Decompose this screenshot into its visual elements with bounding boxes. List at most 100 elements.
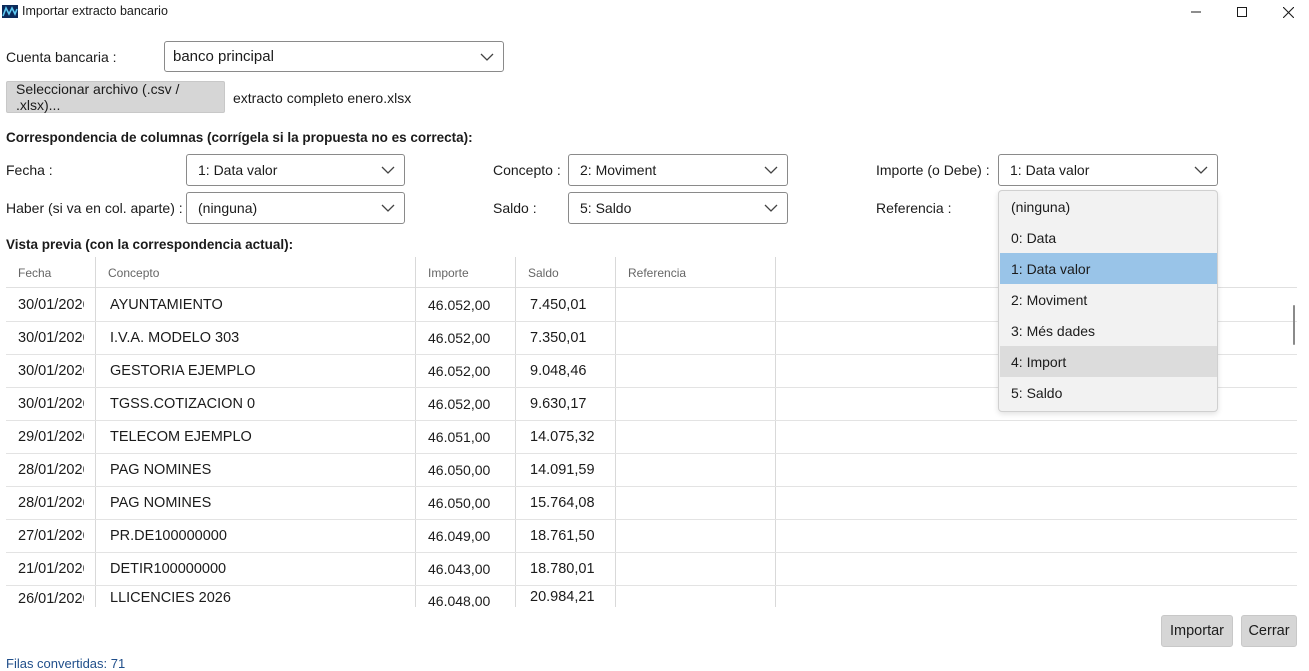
fecha-label: Fecha : (6, 162, 53, 178)
haber-label: Haber (si va en col. aparte) : (6, 200, 183, 216)
cell-saldo: 7.350,01 (530, 330, 587, 346)
minimize-button[interactable] (1173, 0, 1219, 24)
table-row[interactable]: 28/01/2026 PAG NOMINES 46.050,00 14.091,… (6, 454, 1297, 487)
cell-importe: 46.049,00 (428, 528, 491, 544)
chevron-down-icon (381, 204, 395, 212)
cell-saldo: 9.630,17 (530, 396, 587, 412)
chevron-down-icon (764, 204, 778, 212)
fecha-column-value: 1: Data valor (198, 162, 278, 178)
table-row[interactable]: 29/01/2026 TELECOM EJEMPLO 46.051,00 14.… (6, 421, 1297, 454)
close-button[interactable]: Cerrar (1241, 615, 1297, 647)
cell-fecha: 28/01/2026 (18, 462, 84, 478)
cell-concepto: PAG NOMINES (110, 462, 212, 478)
maximize-button[interactable] (1219, 0, 1265, 24)
importe-column-select[interactable]: 1: Data valor (998, 154, 1218, 186)
import-button[interactable]: Importar (1161, 615, 1233, 647)
dropdown-option[interactable]: 5: Saldo (1000, 377, 1217, 408)
account-value: banco principal (173, 48, 274, 65)
table-row[interactable]: 28/01/2026 PAG NOMINES 46.050,00 15.764,… (6, 487, 1297, 520)
dropdown-option-hovered[interactable]: 4: Import (1000, 346, 1217, 377)
column-header-fecha[interactable]: Fecha (18, 266, 51, 280)
status-text: Filas convertidas: 71 (6, 656, 126, 671)
cell-concepto: DETIR100000000 (110, 561, 227, 577)
cell-saldo: 9.048,46 (530, 363, 587, 379)
cell-fecha: 26/01/2026 (18, 591, 84, 607)
close-window-button[interactable] (1265, 0, 1309, 24)
minimize-icon (1191, 11, 1201, 13)
saldo-column-select[interactable]: 5: Saldo (568, 192, 788, 224)
saldo-label: Saldo : (493, 200, 537, 216)
saldo-column-value: 5: Saldo (580, 200, 632, 216)
cell-importe: 46.052,00 (428, 330, 491, 346)
chevron-down-icon (480, 53, 494, 61)
concepto-label: Concepto : (493, 162, 561, 178)
account-label: Cuenta bancaria : (6, 49, 117, 65)
importe-label: Importe (o Debe) : (876, 162, 990, 178)
cell-fecha: 30/01/2026 (18, 396, 84, 412)
dropdown-option[interactable]: (ninguna) (1000, 191, 1217, 222)
column-header-importe[interactable]: Importe (428, 266, 469, 280)
haber-column-value: (ninguna) (198, 200, 258, 216)
column-header-concepto[interactable]: Concepto (108, 266, 159, 280)
cell-concepto: PAG NOMINES (110, 495, 212, 511)
chevron-down-icon (1194, 166, 1208, 174)
app-logo-icon (2, 5, 18, 18)
preview-heading: Vista previa (con la correspondencia act… (6, 237, 294, 252)
window-title: Importar extracto bancario (22, 4, 168, 18)
cell-importe: 46.048,00 (428, 593, 491, 607)
cell-concepto: GESTORIA EJEMPLO (110, 363, 256, 379)
cell-saldo: 7.450,01 (530, 297, 587, 313)
cell-fecha: 27/01/2026 (18, 528, 84, 544)
cell-concepto: TGSS.COTIZACION 0 (110, 396, 256, 412)
dropdown-option[interactable]: 3: Més dades (1000, 315, 1217, 346)
maximize-icon (1237, 7, 1247, 17)
table-row[interactable]: 26/01/2026 LLICENCIES 2026 46.048,00 20.… (6, 586, 1297, 607)
close-icon (1282, 6, 1294, 18)
cell-fecha: 30/01/2026 (18, 330, 84, 346)
importe-dropdown-list[interactable]: (ninguna) 0: Data 1: Data valor 2: Movim… (998, 190, 1218, 412)
cell-concepto: AYUNTAMIENTO (110, 297, 223, 313)
cell-concepto: TELECOM EJEMPLO (110, 429, 252, 445)
dropdown-option-selected[interactable]: 1: Data valor (1000, 253, 1217, 284)
cell-saldo: 15.764,08 (530, 495, 595, 511)
cell-importe: 46.051,00 (428, 429, 491, 445)
importe-column-value: 1: Data valor (1010, 162, 1090, 178)
cell-saldo: 18.761,50 (530, 528, 595, 544)
cell-saldo: 14.091,59 (530, 462, 595, 478)
dropdown-option[interactable]: 0: Data (1000, 222, 1217, 253)
cell-importe: 46.043,00 (428, 561, 491, 577)
haber-column-select[interactable]: (ninguna) (186, 192, 405, 224)
cell-saldo: 18.780,01 (530, 561, 595, 577)
select-file-button[interactable]: Seleccionar archivo (.csv / .xlsx)... (6, 81, 225, 113)
account-select[interactable]: banco principal (164, 41, 504, 72)
fecha-column-select[interactable]: 1: Data valor (186, 154, 405, 186)
chevron-down-icon (381, 166, 395, 174)
cell-saldo: 14.075,32 (530, 429, 595, 445)
concepto-column-select[interactable]: 2: Moviment (568, 154, 788, 186)
cell-fecha: 28/01/2026 (18, 495, 84, 511)
column-header-referencia[interactable]: Referencia (628, 266, 686, 280)
cell-importe: 46.050,00 (428, 462, 491, 478)
cell-importe: 46.050,00 (428, 495, 491, 511)
cell-saldo: 20.984,21 (530, 589, 595, 605)
mapping-heading: Correspondencia de columnas (corrígela s… (6, 130, 473, 145)
table-row[interactable]: 27/01/2026 PR.DE100000000 46.049,00 18.7… (6, 520, 1297, 553)
cell-fecha: 29/01/2026 (18, 429, 84, 445)
table-row[interactable]: 21/01/2026 DETIR100000000 46.043,00 18.7… (6, 553, 1297, 586)
cell-importe: 46.052,00 (428, 363, 491, 379)
cell-fecha: 30/01/2026 (18, 297, 84, 313)
cell-concepto: PR.DE100000000 (110, 528, 227, 544)
title-bar: Importar extracto bancario (0, 0, 1309, 24)
cell-fecha: 30/01/2026 (18, 363, 84, 379)
cell-importe: 46.052,00 (428, 297, 491, 313)
chevron-down-icon (764, 166, 778, 174)
cell-concepto: I.V.A. MODELO 303 (110, 330, 240, 346)
cell-importe: 46.052,00 (428, 396, 491, 412)
referencia-label: Referencia : (876, 200, 952, 216)
dropdown-option[interactable]: 2: Moviment (1000, 284, 1217, 315)
cell-concepto: LLICENCIES 2026 (110, 590, 231, 606)
selected-filename: extracto completo enero.xlsx (233, 90, 412, 106)
vertical-scrollbar[interactable] (1293, 305, 1295, 345)
concepto-column-value: 2: Moviment (580, 162, 657, 178)
column-header-saldo[interactable]: Saldo (528, 266, 559, 280)
